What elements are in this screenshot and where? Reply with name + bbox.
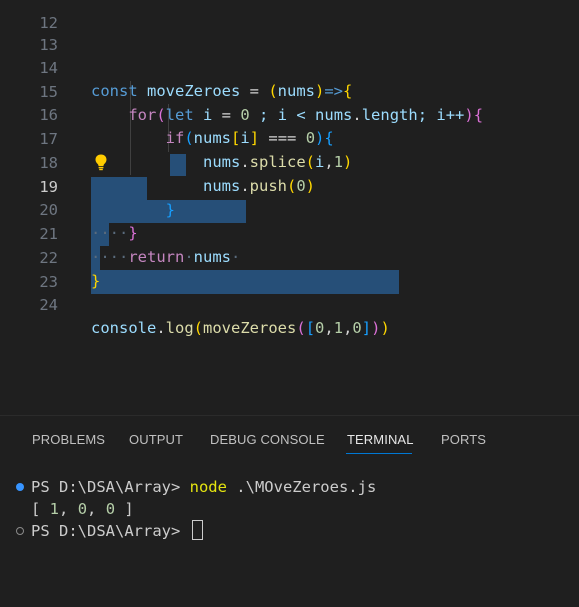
terminal-cursor	[191, 520, 203, 540]
tab-output[interactable]: OUTPUT	[129, 432, 183, 447]
code-line-15[interactable]: 15 for(let i = 0 ; i < nums.length; i++)…	[0, 57, 579, 125]
code-line-20[interactable]: 20 ····}	[0, 175, 579, 243]
line-number: 24	[39, 295, 58, 314]
code-line-18[interactable]: 18 nums.push(0)	[0, 128, 579, 196]
terminal-status-dot-icon[interactable]	[16, 483, 24, 491]
tab-problems[interactable]: PROBLEMS	[32, 432, 105, 447]
code-line-19[interactable]: 19 }	[0, 152, 579, 220]
active-tab-indicator	[346, 453, 412, 454]
code-line-24[interactable]: 24 console.log(moveZeroes([0,1,0]))	[0, 270, 579, 338]
code-line-14[interactable]: 14 const moveZeroes = (nums)=>{	[0, 33, 579, 101]
tab-terminal[interactable]: TERMINAL	[347, 432, 414, 447]
tab-ports[interactable]: PORTS	[441, 432, 486, 447]
code-text: console.log(moveZeroes([0,1,0]))	[91, 319, 390, 337]
tab-debug-console[interactable]: DEBUG CONSOLE	[210, 432, 325, 447]
terminal-prompt-line[interactable]: PS D:\DSA\Array>	[31, 520, 203, 542]
terminal-output-line: [ 1, 0, 0 ]	[31, 500, 134, 518]
lightbulb-icon[interactable]	[93, 153, 109, 171]
terminal[interactable]: PS D:\DSA\Array> node .\MOveZeroes.js [ …	[0, 466, 579, 607]
terminal-prompt-circle-icon[interactable]	[16, 527, 24, 535]
code-line-23[interactable]: 23	[0, 247, 579, 291]
code-line-16[interactable]: 16 if(nums[i] === 0){	[0, 80, 579, 148]
code-editor[interactable]: 12 13 14 const moveZeroes = (nums)=>{ 15…	[0, 0, 579, 415]
code-line-21[interactable]: 21 ····return·nums·	[0, 199, 579, 267]
code-line-13[interactable]: 13	[0, 10, 579, 54]
code-line-17[interactable]: 17 nums.splice(i,1)	[0, 104, 579, 172]
terminal-line: PS D:\DSA\Array> node .\MOveZeroes.js	[31, 478, 377, 496]
panel-tabs: PROBLEMS OUTPUT DEBUG CONSOLE TERMINAL P…	[0, 416, 579, 466]
code-line-22[interactable]: 22 }	[0, 223, 579, 291]
